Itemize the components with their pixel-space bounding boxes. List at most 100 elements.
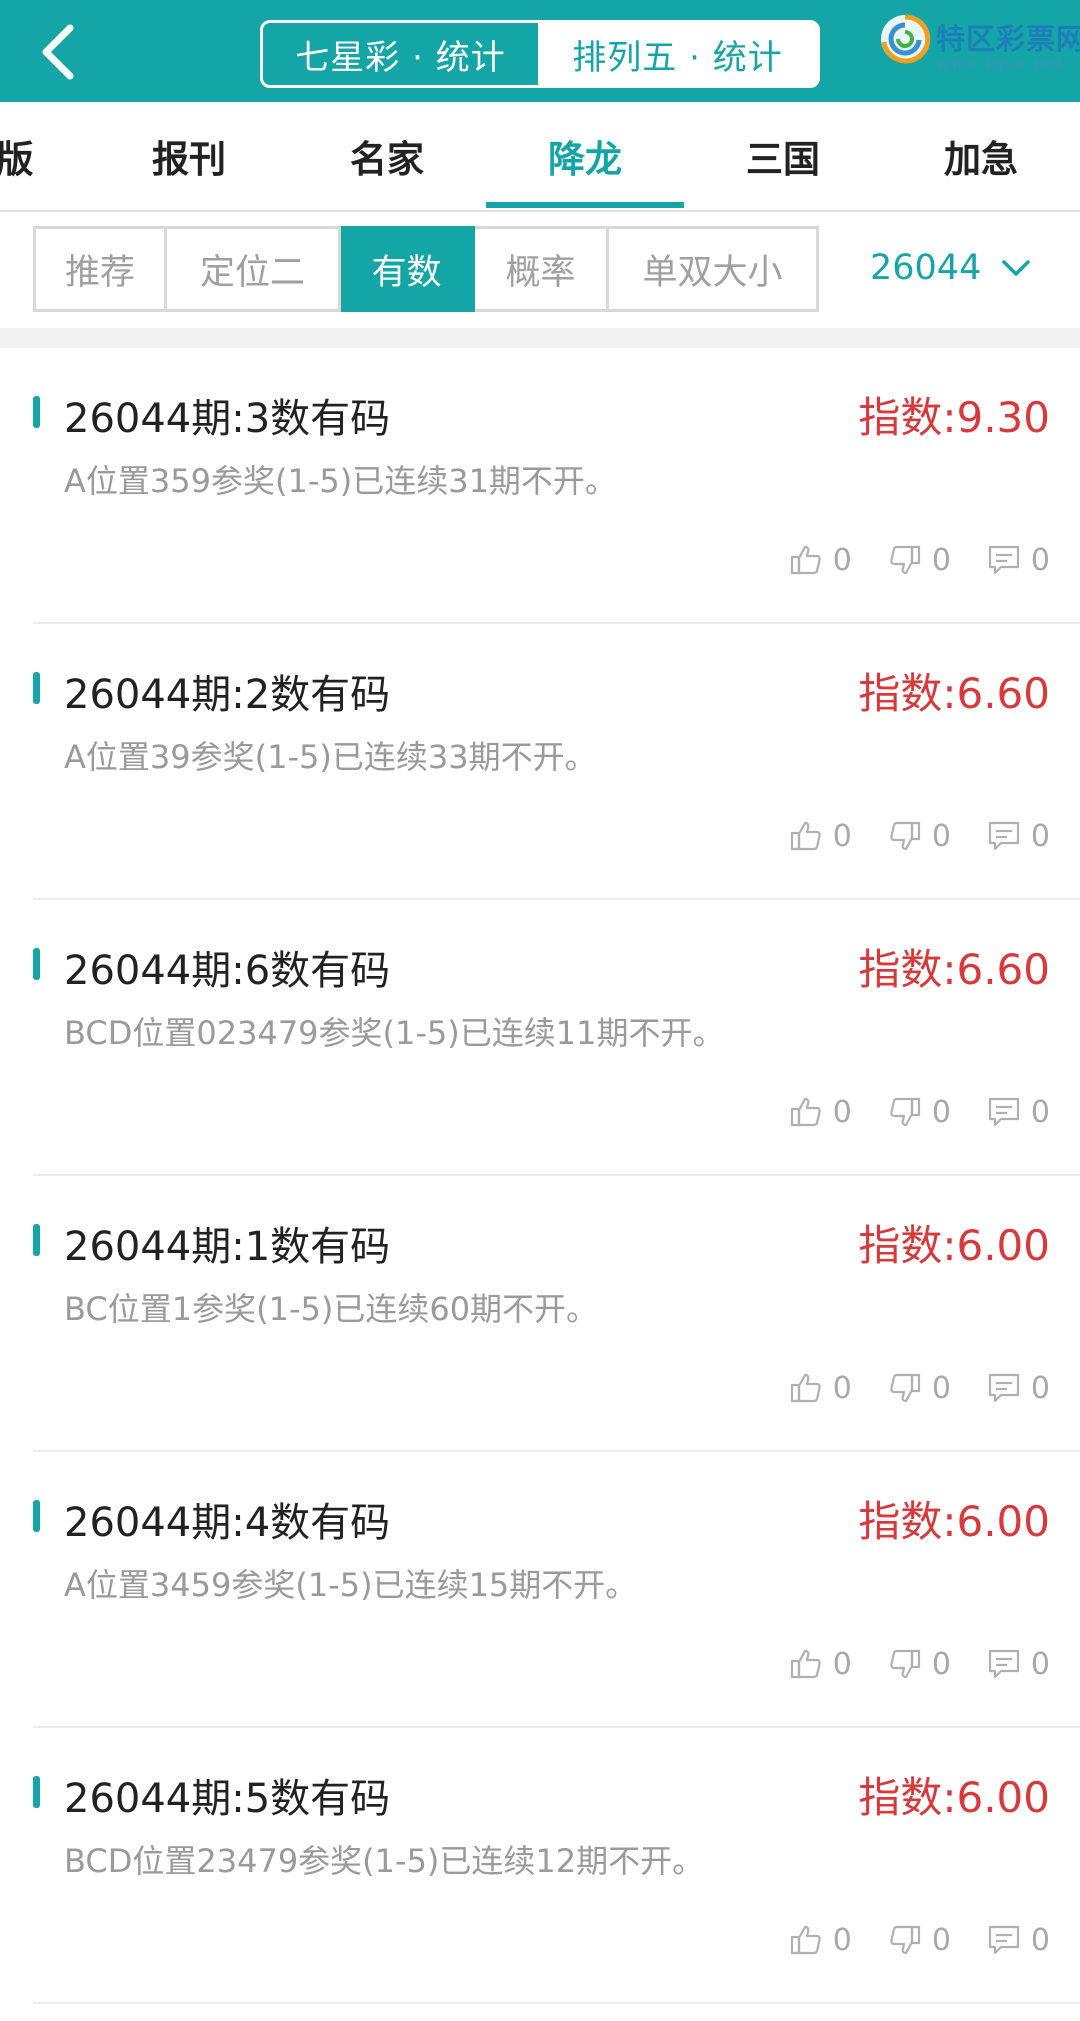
dislike-count: 0 xyxy=(931,818,951,854)
tab-sanguo[interactable]: 三国 xyxy=(684,102,882,210)
card-actions: 0 0 0 xyxy=(753,1090,1050,1134)
like-button[interactable]: 0 xyxy=(789,543,852,578)
comment-count: 0 xyxy=(1030,542,1050,578)
tab-jiaji[interactable]: 加急 xyxy=(882,102,1080,210)
thumbs-down-icon xyxy=(890,821,920,851)
card-description: A位置39参奖(1-5)已连续33期不开。 xyxy=(64,738,597,776)
comment-button[interactable]: 0 xyxy=(987,1095,1050,1130)
like-button[interactable]: 0 xyxy=(789,1371,852,1406)
segment-pailiewu-stats[interactable]: 排列五 · 统计 xyxy=(538,23,817,85)
like-button[interactable]: 0 xyxy=(789,1647,852,1682)
card-index: 指数:6.60 xyxy=(858,669,1050,718)
tab-baokan[interactable]: 报刊 xyxy=(90,102,288,210)
card-index: 指数:6.60 xyxy=(858,945,1050,994)
comment-button[interactable]: 0 xyxy=(987,1923,1050,1958)
comment-icon xyxy=(988,1649,1020,1679)
comment-button[interactable]: 0 xyxy=(987,1647,1050,1682)
card-index: 指数:6.00 xyxy=(858,1221,1050,1270)
card-divider xyxy=(33,2002,1080,2004)
card-actions: 0 0 0 xyxy=(753,1642,1050,1686)
filter-youshu[interactable]: 有数 xyxy=(341,226,475,312)
site-logo: 特区彩票网 www.tqcp.net xyxy=(878,8,1080,92)
card-actions: 0 0 0 xyxy=(753,1918,1050,1962)
dislike-button[interactable]: 0 xyxy=(888,1923,951,1958)
thumbs-up-icon xyxy=(790,1097,821,1127)
dislike-count: 0 xyxy=(931,1094,951,1130)
segment-qixingcai-stats[interactable]: 七星彩 · 统计 xyxy=(263,23,538,85)
like-button[interactable]: 0 xyxy=(789,1095,852,1130)
card-accent-bar xyxy=(33,1776,40,1808)
lottery-segment-control: 七星彩 · 统计 排列五 · 统计 xyxy=(260,20,820,88)
tab-mingjia[interactable]: 名家 xyxy=(288,102,486,210)
filter-dingweier[interactable]: 定位二 xyxy=(167,226,341,312)
comment-button[interactable]: 0 xyxy=(987,543,1050,578)
comment-icon xyxy=(988,1373,1020,1403)
like-count: 0 xyxy=(832,1370,852,1406)
stat-card[interactable]: 26044期:4数有码 指数:6.00 A位置3459参奖(1-5)已连续15期… xyxy=(0,1452,1080,1728)
filter-tuijian[interactable]: 推荐 xyxy=(33,226,167,312)
like-button[interactable]: 0 xyxy=(789,1923,852,1958)
category-tabs: 版 报刊 名家 降龙 三国 加急 xyxy=(0,102,1080,212)
top-header: 七星彩 · 统计 排列五 · 统计 特区彩票网 www.tqcp.net xyxy=(0,0,1080,102)
comment-button[interactable]: 0 xyxy=(987,819,1050,854)
dislike-count: 0 xyxy=(931,1922,951,1958)
thumbs-up-icon xyxy=(790,821,821,851)
card-title: 26044期:1数有码 xyxy=(64,1224,391,1270)
stat-card[interactable]: 26044期:2数有码 指数:6.60 A位置39参奖(1-5)已连续33期不开… xyxy=(0,624,1080,900)
dislike-count: 0 xyxy=(931,542,951,578)
dislike-button[interactable]: 0 xyxy=(888,1647,951,1682)
card-title: 26044期:4数有码 xyxy=(64,1500,391,1546)
back-arrow-icon xyxy=(42,24,74,80)
card-index: 指数:9.30 xyxy=(858,393,1050,442)
card-accent-bar xyxy=(33,672,40,704)
stat-list: 26044期:3数有码 指数:9.30 A位置359参奖(1-5)已连续31期不… xyxy=(0,348,1080,2004)
stat-card[interactable]: 26044期:5数有码 指数:6.00 BCD位置23479参奖(1-5)已连续… xyxy=(0,1728,1080,2004)
comment-count: 0 xyxy=(1030,1646,1050,1682)
thumbs-up-icon xyxy=(790,1649,821,1679)
stat-card[interactable]: 26044期:3数有码 指数:9.30 A位置359参奖(1-5)已连续31期不… xyxy=(0,348,1080,624)
card-title: 26044期:2数有码 xyxy=(64,672,391,718)
thumbs-down-icon xyxy=(890,545,920,575)
card-title: 26044期:6数有码 xyxy=(64,948,391,994)
dislike-button[interactable]: 0 xyxy=(888,1371,951,1406)
stat-card[interactable]: 26044期:6数有码 指数:6.60 BCD位置023479参奖(1-5)已连… xyxy=(0,900,1080,1176)
card-actions: 0 0 0 xyxy=(753,814,1050,858)
comment-icon xyxy=(988,1925,1020,1955)
chevron-down-icon xyxy=(1002,260,1031,276)
card-description: BC位置1参奖(1-5)已连续60期不开。 xyxy=(64,1290,599,1328)
card-index: 指数:6.00 xyxy=(858,1773,1050,1822)
comment-count: 0 xyxy=(1030,818,1050,854)
card-description: BCD位置23479参奖(1-5)已连续12期不开。 xyxy=(64,1842,705,1880)
section-gap xyxy=(0,328,1080,348)
card-accent-bar xyxy=(33,396,40,428)
active-tab-indicator xyxy=(486,202,684,208)
filter-gailv[interactable]: 概率 xyxy=(475,226,609,312)
logo-title: 特区彩票网 xyxy=(936,22,1080,56)
like-button[interactable]: 0 xyxy=(789,819,852,854)
comment-count: 0 xyxy=(1030,1922,1050,1958)
filter-bar: 推荐 定位二 有数 概率 单双大小 26044 xyxy=(0,212,1080,328)
thumbs-down-icon xyxy=(890,1649,920,1679)
period-value: 26044 xyxy=(870,248,982,288)
period-selector[interactable]: 26044 xyxy=(870,248,1031,288)
filter-group: 推荐 定位二 有数 概率 单双大小 xyxy=(33,226,819,312)
filter-danshuangdaxiao[interactable]: 单双大小 xyxy=(609,226,819,312)
like-count: 0 xyxy=(832,1922,852,1958)
comment-button[interactable]: 0 xyxy=(987,1371,1050,1406)
card-description: A位置3459参奖(1-5)已连续15期不开。 xyxy=(64,1566,638,1604)
card-accent-bar xyxy=(33,1500,40,1532)
like-count: 0 xyxy=(832,818,852,854)
like-count: 0 xyxy=(832,1094,852,1130)
swirl-logo-icon xyxy=(881,14,931,64)
dislike-button[interactable]: 0 xyxy=(888,819,951,854)
back-button[interactable] xyxy=(30,22,90,82)
tab-xianglong[interactable]: 降龙 xyxy=(486,102,684,210)
dislike-button[interactable]: 0 xyxy=(888,543,951,578)
comment-icon xyxy=(988,545,1020,575)
thumbs-up-icon xyxy=(790,1925,821,1955)
card-description: A位置359参奖(1-5)已连续31期不开。 xyxy=(64,462,617,500)
card-title: 26044期:3数有码 xyxy=(64,396,391,442)
card-actions: 0 0 0 xyxy=(753,1366,1050,1410)
stat-card[interactable]: 26044期:1数有码 指数:6.00 BC位置1参奖(1-5)已连续60期不开… xyxy=(0,1176,1080,1452)
dislike-button[interactable]: 0 xyxy=(888,1095,951,1130)
